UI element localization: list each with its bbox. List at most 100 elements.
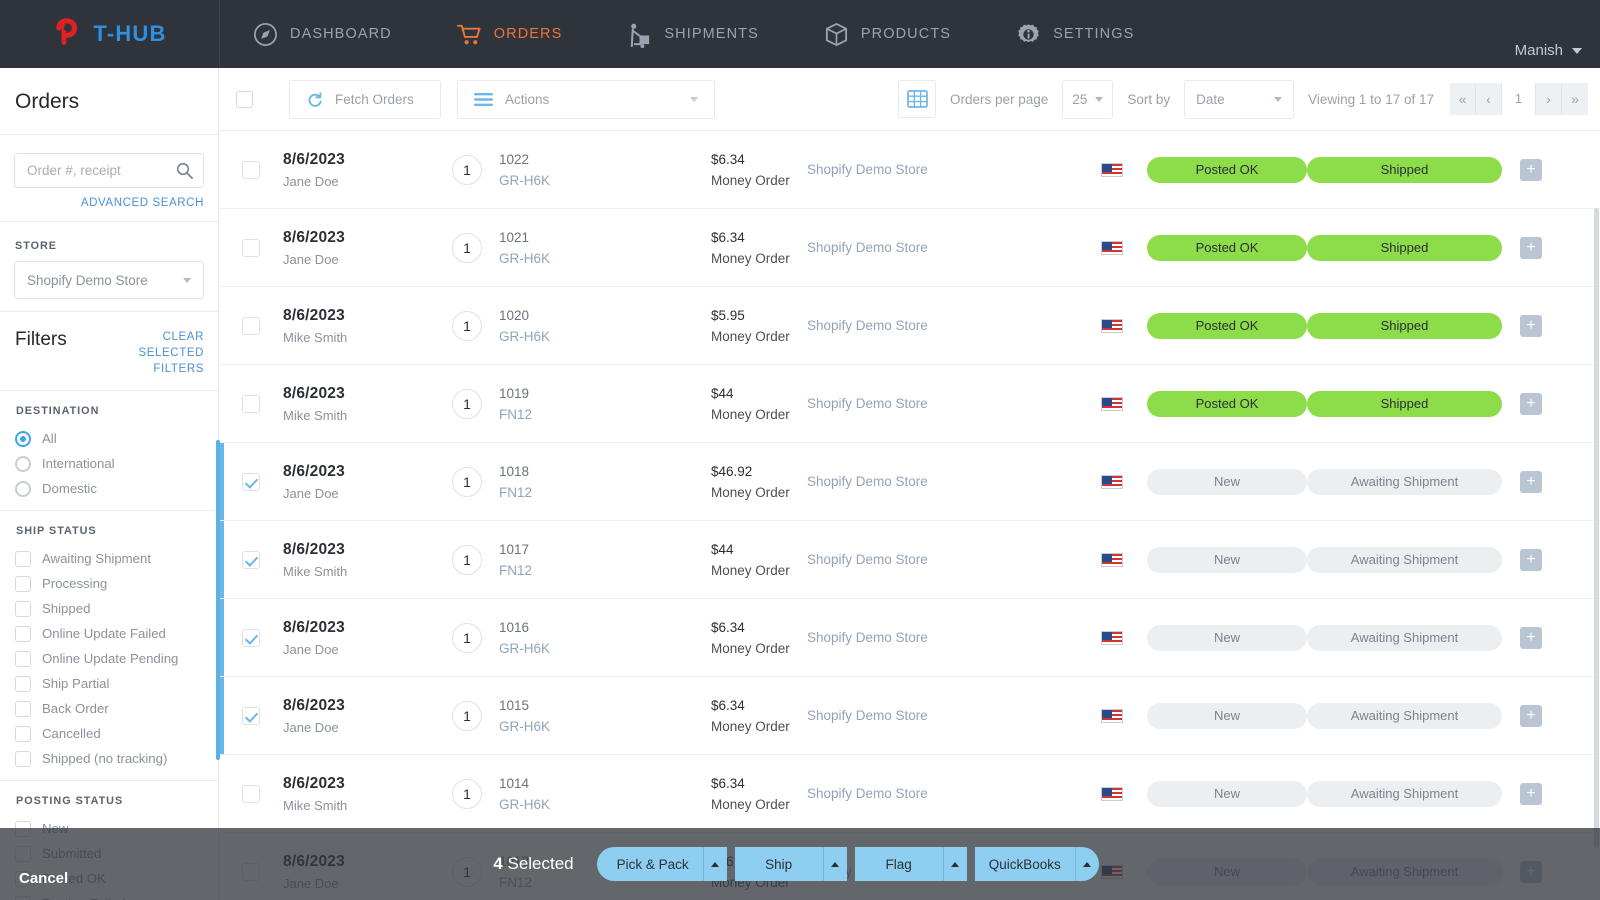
destination-option-international[interactable]: International	[15, 451, 204, 476]
order-sku[interactable]: FN12	[499, 563, 711, 578]
bulk-action-dropdown-toggle[interactable]	[943, 847, 967, 881]
posting-status-badge[interactable]: New	[1147, 781, 1307, 807]
radio-icon[interactable]	[15, 481, 31, 497]
row-checkbox[interactable]	[242, 707, 260, 725]
ship-status-option[interactable]: Back Order	[15, 696, 204, 721]
table-row[interactable]: 8/6/2023Jane Doe11016GR-H6K$6.34Money Or…	[219, 599, 1600, 677]
plus-icon[interactable]: +	[1520, 549, 1542, 571]
page-current[interactable]: 1	[1502, 83, 1536, 115]
bulk-action-button[interactable]: Pick & Pack	[597, 847, 703, 881]
advanced-search-link[interactable]: ADVANCED SEARCH	[14, 197, 204, 209]
ship-status-option[interactable]: Ship Partial	[15, 671, 204, 696]
page-next-button[interactable]: ›	[1536, 83, 1562, 115]
checkbox-icon[interactable]	[15, 576, 31, 592]
brand-logo-thub[interactable]: T-HUB	[0, 0, 219, 68]
nav-item-shipments[interactable]: SHIPMENTS	[594, 0, 791, 68]
table-row[interactable]: 8/6/2023Jane Doe11021GR-H6K$6.34Money Or…	[219, 209, 1600, 287]
table-row[interactable]: 8/6/2023Jane Doe11015GR-H6K$6.34Money Or…	[219, 677, 1600, 755]
ship-status-badge[interactable]: Shipped	[1307, 313, 1502, 339]
plus-icon[interactable]: +	[1520, 159, 1542, 181]
ship-status-badge[interactable]: Awaiting Shipment	[1307, 469, 1502, 495]
plus-icon[interactable]: +	[1520, 627, 1542, 649]
posting-status-badge[interactable]: Posted OK	[1147, 391, 1307, 417]
radio-icon[interactable]	[15, 456, 31, 472]
posting-status-badge[interactable]: New	[1147, 625, 1307, 651]
page-first-button[interactable]: «	[1450, 83, 1476, 115]
store-select[interactable]: Shopify Demo Store	[14, 261, 204, 299]
table-row[interactable]: 8/6/2023Jane Doe11018FN12$46.92Money Ord…	[219, 443, 1600, 521]
checkbox-icon[interactable]	[15, 626, 31, 642]
checkbox-icon[interactable]	[15, 726, 31, 742]
bulk-action-dropdown-toggle[interactable]	[823, 847, 847, 881]
order-sku[interactable]: FN12	[499, 407, 711, 422]
table-row[interactable]: 8/6/2023Mike Smith11020GR-H6K$5.95Money …	[219, 287, 1600, 365]
ship-status-badge[interactable]: Awaiting Shipment	[1307, 625, 1502, 651]
fetch-orders-button[interactable]: Fetch Orders	[289, 80, 441, 119]
order-sku[interactable]: GR-H6K	[499, 173, 711, 188]
bulk-action-button[interactable]: Ship	[735, 847, 823, 881]
posting-status-badge[interactable]: New	[1147, 703, 1307, 729]
bulk-action-button[interactable]: Flag	[855, 847, 943, 881]
orders-scrollbar[interactable]	[1594, 208, 1599, 848]
row-checkbox[interactable]	[242, 161, 260, 179]
table-row[interactable]: 8/6/2023Mike Smith11014GR-H6K$6.34Money …	[219, 755, 1600, 833]
destination-option-domestic[interactable]: Domestic	[15, 476, 204, 501]
plus-icon[interactable]: +	[1520, 237, 1542, 259]
posting-status-badge[interactable]: Posted OK	[1147, 313, 1307, 339]
row-checkbox[interactable]	[242, 395, 260, 413]
nav-item-products[interactable]: PRODUCTS	[791, 0, 983, 68]
select-all-checkbox[interactable]	[236, 91, 253, 108]
actions-dropdown[interactable]: Actions	[457, 80, 715, 119]
bulk-action-dropdown-toggle[interactable]	[1075, 847, 1099, 881]
ship-status-option[interactable]: Online Update Pending	[15, 646, 204, 671]
user-menu[interactable]: Manish	[1515, 42, 1582, 59]
sidebar-scrollbar[interactable]	[216, 440, 220, 760]
table-row[interactable]: 8/6/2023Jane Doe11022GR-H6K$6.34Money Or…	[219, 131, 1600, 209]
checkbox-icon[interactable]	[15, 651, 31, 667]
order-sku[interactable]: GR-H6K	[499, 797, 711, 812]
posting-status-badge[interactable]: Posted OK	[1147, 235, 1307, 261]
page-prev-button[interactable]: ‹	[1476, 83, 1502, 115]
table-row[interactable]: 8/6/2023Mike Smith11017FN12$44Money Orde…	[219, 521, 1600, 599]
ship-status-badge[interactable]: Shipped	[1307, 235, 1502, 261]
ship-status-badge[interactable]: Awaiting Shipment	[1307, 703, 1502, 729]
ship-status-option[interactable]: Processing	[15, 571, 204, 596]
posting-status-badge[interactable]: Posted OK	[1147, 157, 1307, 183]
row-checkbox[interactable]	[242, 239, 260, 257]
bulk-action-button[interactable]: QuickBooks	[975, 847, 1075, 881]
nav-item-dashboard[interactable]: DASHBOARD	[220, 0, 424, 68]
row-checkbox[interactable]	[242, 317, 260, 335]
order-sku[interactable]: GR-H6K	[499, 251, 711, 266]
row-checkbox[interactable]	[242, 551, 260, 569]
checkbox-icon[interactable]	[15, 551, 31, 567]
bulk-action-dropdown-toggle[interactable]	[703, 847, 727, 881]
ship-status-badge[interactable]: Shipped	[1307, 157, 1502, 183]
checkbox-icon[interactable]	[15, 676, 31, 692]
destination-option-all[interactable]: All	[15, 426, 204, 451]
plus-icon[interactable]: +	[1520, 783, 1542, 805]
plus-icon[interactable]: +	[1520, 471, 1542, 493]
row-checkbox[interactable]	[242, 473, 260, 491]
order-sku[interactable]: FN12	[499, 485, 711, 500]
radio-icon[interactable]	[15, 431, 31, 447]
page-last-button[interactable]: »	[1562, 83, 1588, 115]
nav-item-orders[interactable]: ORDERS	[424, 0, 595, 68]
order-sku[interactable]: GR-H6K	[499, 641, 711, 656]
row-checkbox[interactable]	[242, 785, 260, 803]
ship-status-option[interactable]: Cancelled	[15, 721, 204, 746]
ship-status-option[interactable]: Online Update Failed	[15, 621, 204, 646]
ship-status-option[interactable]: Shipped (no tracking)	[15, 746, 204, 771]
clear-selected-filters-link[interactable]: CLEAR SELECTED FILTERS	[99, 329, 204, 377]
ship-status-option[interactable]: Shipped	[15, 596, 204, 621]
plus-icon[interactable]: +	[1520, 705, 1542, 727]
search-icon[interactable]	[176, 162, 193, 179]
order-sku[interactable]: GR-H6K	[499, 329, 711, 344]
posting-status-badge[interactable]: New	[1147, 469, 1307, 495]
posting-status-badge[interactable]: New	[1147, 547, 1307, 573]
ship-status-option[interactable]: Awaiting Shipment	[15, 546, 204, 571]
sort-by-select[interactable]: Date	[1184, 80, 1294, 119]
ship-status-badge[interactable]: Awaiting Shipment	[1307, 781, 1502, 807]
ship-status-badge[interactable]: Shipped	[1307, 391, 1502, 417]
column-settings-button[interactable]	[898, 80, 936, 118]
checkbox-icon[interactable]	[15, 601, 31, 617]
